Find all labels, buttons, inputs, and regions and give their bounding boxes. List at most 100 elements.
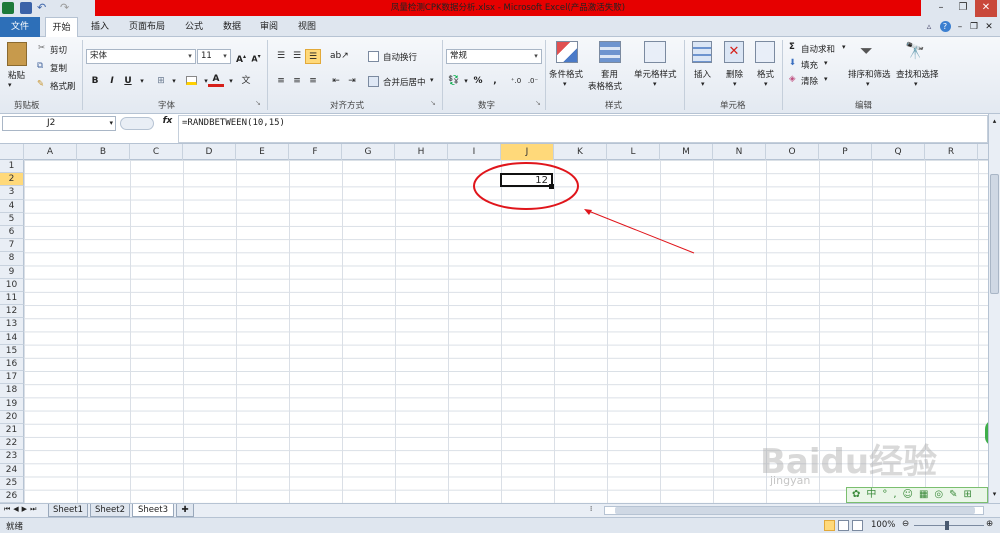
font-color-icon[interactable]: A xyxy=(208,73,224,87)
save-icon[interactable] xyxy=(20,2,32,14)
dialog-launcher-icon[interactable]: ↘ xyxy=(430,99,436,107)
align-middle-icon[interactable]: ☰ xyxy=(289,49,305,64)
underline-dropdown-icon[interactable]: ▾ xyxy=(134,74,150,89)
shrink-font-icon[interactable]: A▾ xyxy=(248,49,264,64)
copy-icon[interactable]: ⧉ xyxy=(37,61,43,71)
sort-dropdown-icon[interactable]: ▾ xyxy=(866,80,870,88)
format-painter-icon[interactable]: ✎ xyxy=(37,79,44,89)
fill-button[interactable]: 填充 xyxy=(801,59,818,71)
percent-button[interactable]: % xyxy=(470,74,486,89)
font-color-dropdown-icon[interactable]: ▾ xyxy=(223,74,239,89)
undo-icon[interactable]: ↶ xyxy=(37,2,49,14)
format-as-table-line1[interactable]: 套用 xyxy=(601,68,618,80)
sort-filter-button[interactable]: 排序和筛选 xyxy=(848,68,891,80)
formula-bar-handle-icon[interactable] xyxy=(120,117,154,130)
page-layout-view-icon[interactable] xyxy=(838,520,849,531)
help-icon[interactable]: ? xyxy=(938,17,952,37)
scroll-thumb[interactable] xyxy=(990,174,999,294)
fill-color-icon[interactable] xyxy=(186,76,197,85)
minimize-icon[interactable]: – xyxy=(930,0,952,17)
zoom-in-icon[interactable]: ⊕ xyxy=(986,519,993,529)
fill-icon[interactable]: ⬇ xyxy=(789,58,796,68)
zoom-slider-track[interactable] xyxy=(914,525,984,526)
font-name-combo[interactable]: 宋体 ▾ xyxy=(86,49,196,64)
wrap-text-button[interactable]: 自动换行 xyxy=(383,51,417,63)
clear-button[interactable]: 清除 xyxy=(801,75,818,87)
sheet-tab-1[interactable]: Sheet1 xyxy=(48,504,88,517)
tab-review[interactable]: 审阅 xyxy=(255,17,283,37)
paste-button[interactable]: 粘贴 xyxy=(8,69,25,81)
autosum-dropdown-icon[interactable]: ▾ xyxy=(842,43,846,51)
conditional-dropdown-icon[interactable]: ▾ xyxy=(563,80,567,88)
worksheet-grid[interactable]: ABCDEFGHIJKLMNOPQR 1 2 3 4 5 6 7 8 9 10 11 12 13 14 15… xyxy=(0,144,988,503)
new-sheet-icon[interactable]: ✚ xyxy=(176,504,194,517)
tab-formulas[interactable]: 公式 xyxy=(180,17,208,37)
align-right-icon[interactable]: ≡ xyxy=(305,74,321,89)
increase-decimal-icon[interactable]: ⁺.0 xyxy=(508,74,524,89)
split-handle-icon[interactable]: ⁞ xyxy=(590,505,602,516)
delete-dropdown-icon[interactable]: ▾ xyxy=(733,80,737,88)
format-dropdown-icon[interactable]: ▾ xyxy=(764,80,768,88)
font-size-combo[interactable]: 11 ▾ xyxy=(197,49,231,64)
cell-styles-dropdown-icon[interactable]: ▾ xyxy=(653,80,657,88)
clear-dropdown-icon[interactable]: ▾ xyxy=(824,75,828,83)
decrease-indent-icon[interactable]: ⇤ xyxy=(328,74,344,89)
paste-icon[interactable] xyxy=(7,42,27,66)
h-scroll-thumb[interactable] xyxy=(615,507,975,514)
conditional-format-button[interactable]: 条件格式 xyxy=(549,68,583,80)
number-format-combo[interactable]: 常规 ▾ xyxy=(446,49,542,64)
fill-dropdown-icon[interactable]: ▾ xyxy=(824,59,828,67)
scroll-down-icon[interactable]: ▾ xyxy=(990,490,999,499)
phonetic-icon[interactable]: 文 xyxy=(238,74,254,89)
sheet-tab-3[interactable]: Sheet3 xyxy=(132,504,174,517)
insert-function-button[interactable]: fx xyxy=(160,116,175,131)
zoom-level[interactable]: 100% xyxy=(871,520,895,530)
cell-styles-button[interactable]: 单元格样式 xyxy=(634,68,677,80)
cut-icon[interactable]: ✂ xyxy=(38,43,45,53)
page-break-view-icon[interactable] xyxy=(852,520,863,531)
tab-view[interactable]: 视图 xyxy=(293,17,321,37)
dialog-launcher-icon[interactable]: ↘ xyxy=(255,99,261,107)
autosum-icon[interactable]: Σ xyxy=(789,42,795,52)
ime-toolbar[interactable]: ✿中°,☺▦◎✎⊞ xyxy=(846,487,988,503)
tab-page-layout[interactable]: 页面布局 xyxy=(123,17,171,37)
close-icon[interactable]: ✕ xyxy=(975,0,997,17)
merge-dropdown-icon[interactable]: ▾ xyxy=(430,76,434,84)
find-select-button[interactable]: 查找和选择 xyxy=(896,68,939,80)
align-center-icon[interactable]: ≡ xyxy=(289,74,305,89)
orientation-icon[interactable]: ab↗ xyxy=(330,49,349,64)
autosum-button[interactable]: 自动求和 xyxy=(801,43,835,55)
copy-button[interactable]: 复制 xyxy=(50,62,67,74)
formula-input[interactable]: =RANDBETWEEN(10,15) xyxy=(178,115,988,143)
cut-button[interactable]: 剪切 xyxy=(50,44,67,56)
align-top-icon[interactable]: ☰ xyxy=(273,49,289,64)
restore-icon[interactable]: ❐ xyxy=(952,0,974,17)
insert-dropdown-icon[interactable]: ▾ xyxy=(701,80,705,88)
find-dropdown-icon[interactable]: ▾ xyxy=(914,80,918,88)
dialog-launcher-icon[interactable]: ↘ xyxy=(535,99,541,107)
vertical-scrollbar[interactable]: ▴ ▾ xyxy=(988,114,1000,503)
format-cells-button[interactable]: 格式 xyxy=(757,68,774,80)
zoom-slider-thumb[interactable] xyxy=(945,521,949,530)
tab-file[interactable]: 文件 xyxy=(0,17,40,37)
chevron-down-icon[interactable]: ▾ xyxy=(109,117,113,130)
paste-dropdown-icon[interactable]: ▾ xyxy=(8,81,12,89)
doc-restore-icon[interactable]: ❐ xyxy=(967,17,981,37)
doc-close-icon[interactable]: ✕ xyxy=(982,17,996,37)
align-bottom-icon[interactable]: ☰ xyxy=(305,49,321,64)
align-left-icon[interactable]: ≡ xyxy=(273,74,289,89)
border-dropdown-icon[interactable]: ▾ xyxy=(166,74,182,89)
tab-data[interactable]: 数据 xyxy=(218,17,246,37)
format-painter-button[interactable]: 格式刷 xyxy=(50,80,76,92)
increase-indent-icon[interactable]: ⇥ xyxy=(344,74,360,89)
grow-font-icon[interactable]: A▴ xyxy=(233,49,249,65)
redo-icon[interactable]: ↷ xyxy=(60,2,72,14)
ribbon-collapse-icon[interactable]: ▵ xyxy=(922,17,936,37)
format-as-table-line2[interactable]: 表格格式 xyxy=(588,80,622,92)
decrease-decimal-icon[interactable]: .0⁻ xyxy=(525,74,541,89)
tab-home[interactable]: 开始 xyxy=(45,17,78,38)
doc-minimize-icon[interactable]: – xyxy=(953,17,967,37)
zoom-out-icon[interactable]: ⊖ xyxy=(902,519,909,529)
merge-center-button[interactable]: 合并后居中 xyxy=(383,76,426,88)
delete-cells-button[interactable]: 删除 xyxy=(726,68,743,80)
